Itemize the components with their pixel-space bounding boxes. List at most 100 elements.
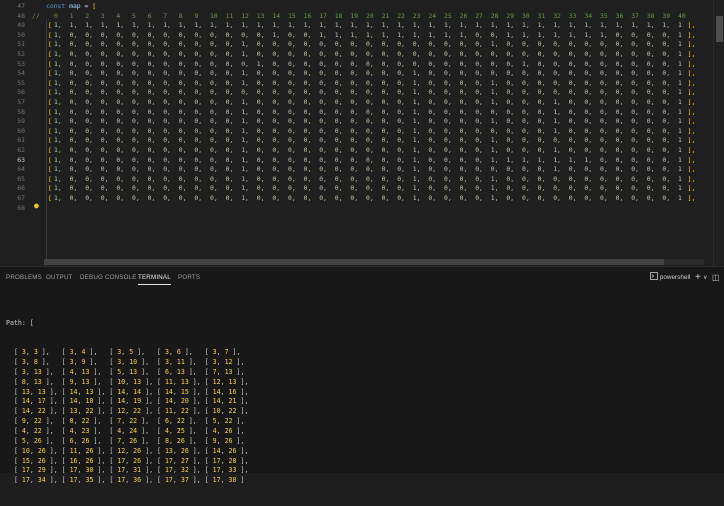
map-cell: 1, bbox=[241, 194, 249, 202]
map-cell: 0, bbox=[350, 184, 359, 193]
map-cell: 1, bbox=[490, 117, 499, 126]
map-cell: 0, bbox=[256, 174, 265, 183]
horizontal-scrollbar[interactable] bbox=[44, 259, 704, 265]
map-cell: 0, bbox=[584, 136, 593, 145]
map-cell: 0, bbox=[225, 136, 234, 145]
terminal-line: [ 15, 26 ], [ 16, 26 ], [ 17, 26 ], [ 17… bbox=[6, 456, 249, 465]
map-cell: 1, bbox=[163, 21, 171, 30]
map-cell: 0, bbox=[584, 40, 593, 49]
map-cell: 0, bbox=[615, 50, 624, 58]
tab-terminal[interactable]: TERMINAL bbox=[138, 274, 171, 285]
line-number: 51 bbox=[17, 40, 25, 49]
map-cell: 0, bbox=[584, 165, 593, 174]
map-row: [1, 0, 0, 0, 0, 0, 0, 0, 0, 0, 0, 0, 0, 1, 0, 0, 0, 0, 0, 0… bbox=[44, 60, 714, 70]
map-cell: 0, bbox=[210, 30, 218, 39]
column-index: 1 bbox=[69, 11, 74, 20]
map-cell: 0, bbox=[475, 155, 483, 164]
map-cell: 0, bbox=[522, 184, 530, 193]
terminal-output[interactable]: Path: [ [ 3, 3 ], [ 3, 4 ], [ 3, 5 ], [ … bbox=[6, 299, 716, 485]
map-cell: 1, bbox=[662, 21, 671, 30]
map-cell: 0, bbox=[194, 117, 203, 126]
map-cell: 0, bbox=[288, 78, 296, 87]
tab-debug-console[interactable]: DEBUG CONSOLE bbox=[80, 274, 137, 281]
map-cell: 1, bbox=[428, 21, 437, 30]
map-cell: 0, bbox=[334, 59, 343, 68]
column-index: 38 bbox=[646, 11, 655, 20]
map-cell: 0, bbox=[303, 30, 312, 39]
map-cell: 0, bbox=[646, 146, 655, 154]
map-cell: 0, bbox=[69, 107, 78, 116]
map-cell: 0, bbox=[334, 98, 343, 106]
column-index: 39 bbox=[662, 11, 671, 20]
map-cell: 0, bbox=[100, 194, 109, 202]
horizontal-scroll-thumb[interactable] bbox=[44, 259, 664, 265]
map-cell: 0, bbox=[132, 146, 140, 154]
map-cell: 0, bbox=[100, 174, 109, 183]
map-cell: 0, bbox=[646, 155, 655, 164]
lightbulb-icon[interactable]: ● bbox=[34, 202, 40, 210]
terminal-profile-button[interactable]: powershell bbox=[650, 271, 690, 285]
map-cell: 0, bbox=[69, 69, 78, 78]
map-cell: 0, bbox=[303, 78, 312, 87]
map-cell: 0, bbox=[147, 126, 156, 135]
map-cell: 0, bbox=[428, 194, 437, 202]
map-cell: 0, bbox=[397, 136, 405, 145]
map-cell: 0, bbox=[584, 69, 593, 78]
tab-output[interactable]: OUTPUT bbox=[46, 274, 73, 281]
row-open-bracket: [ bbox=[48, 21, 52, 30]
map-cell: 0, bbox=[147, 117, 156, 126]
map-cell: 0, bbox=[631, 88, 639, 97]
map-cell: 0, bbox=[303, 107, 312, 116]
map-cell: 0, bbox=[319, 59, 327, 68]
code-editor[interactable]: 47 48 49 50 51 52 53 54 55 56 57 58 59 60 61 62 63 64 65 66… bbox=[0, 0, 724, 266]
map-cell: 0, bbox=[662, 107, 671, 116]
new-terminal-button[interactable]: + bbox=[695, 271, 701, 285]
code-area[interactable]: const map = [//0 1 2 3 4 5 6 7 8 9 10 11 12 13 14 15 16 1… bbox=[32, 0, 714, 266]
map-cell: 0, bbox=[475, 146, 483, 154]
map-cell: 0, bbox=[631, 184, 639, 193]
map-cell: 1, bbox=[490, 88, 499, 97]
tab-problems[interactable]: PROBLEMS bbox=[6, 274, 42, 281]
map-row: [1, 0, 0, 0, 0, 0, 0, 0, 0, 0, 0, 0, 1, 0, 0, 0, 0, 0, 0, 0… bbox=[44, 165, 714, 175]
vertical-scrollbar[interactable] bbox=[713, 0, 724, 266]
map-cell: 1, bbox=[412, 136, 421, 145]
map-cell: 0, bbox=[568, 50, 577, 58]
map-cell: 0, bbox=[256, 88, 265, 97]
split-terminal-button[interactable]: ◫ bbox=[712, 271, 720, 285]
map-cell: 1, bbox=[490, 184, 499, 193]
chevron-down-icon[interactable]: ∨ bbox=[703, 271, 707, 285]
map-cell: 0, bbox=[381, 107, 390, 116]
row-close-bracket: ], bbox=[687, 184, 696, 193]
map-cell: 0, bbox=[459, 136, 468, 145]
map-cell: 0, bbox=[490, 59, 499, 68]
map-cell: 0, bbox=[522, 40, 530, 49]
column-index: 5 bbox=[132, 11, 136, 20]
map-cell: 1, bbox=[490, 155, 499, 164]
tab-ports[interactable]: PORTS bbox=[178, 274, 200, 281]
column-index: 26 bbox=[459, 11, 468, 20]
map-cell: 0, bbox=[490, 30, 499, 39]
map-cell: 1, bbox=[381, 21, 390, 30]
map-cell: 0, bbox=[631, 165, 639, 174]
map-cell: 1, bbox=[54, 78, 62, 87]
map-row: [1, 0, 0, 0, 0, 0, 0, 0, 0, 0, 0, 0, 1, 0, 0, 0, 0, 0, 0, 0… bbox=[44, 50, 714, 60]
map-cell: 0, bbox=[116, 50, 125, 58]
map-cell: 0, bbox=[444, 69, 452, 78]
row-close-bracket: ], bbox=[687, 146, 696, 154]
map-cell: 0, bbox=[319, 174, 327, 183]
map-cell: 0, bbox=[85, 165, 93, 174]
map-cell: 0, bbox=[100, 165, 109, 174]
map-cell: 1, bbox=[537, 30, 546, 39]
map-cell: 0, bbox=[646, 136, 655, 145]
map-cell: 0, bbox=[272, 155, 281, 164]
map-cell: 0, bbox=[69, 30, 78, 39]
map-cell: 1, bbox=[600, 21, 608, 30]
map-cell: 0, bbox=[537, 117, 546, 126]
vertical-scroll-thumb[interactable] bbox=[716, 16, 723, 42]
map-cell: 0, bbox=[256, 107, 265, 116]
terminal-line: [ 14, 17 ], [ 14, 18 ], [ 14, 19 ], [ 14… bbox=[6, 397, 249, 406]
map-cell: 1, bbox=[584, 21, 593, 30]
map-cell: 0, bbox=[366, 40, 374, 49]
map-cell: 0, bbox=[256, 30, 265, 39]
map-cell: 0, bbox=[631, 155, 639, 164]
